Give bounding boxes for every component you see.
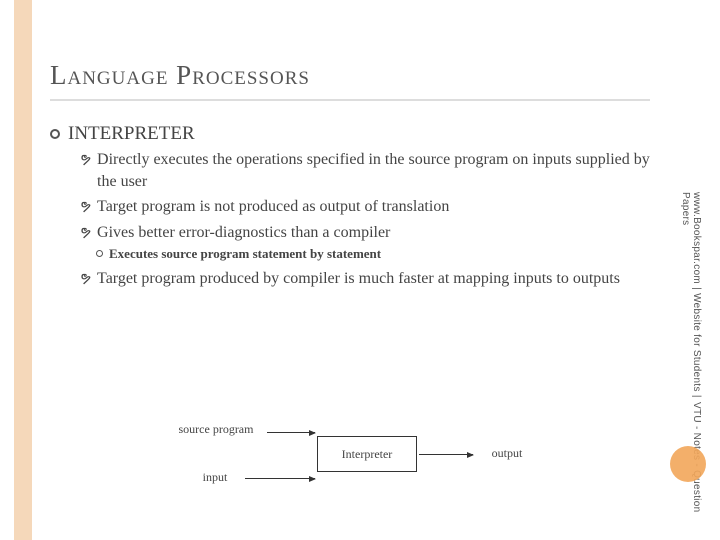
section-heading-row: INTERPRETER ຯ Directly executes the oper… — [50, 123, 650, 292]
section-heading: INTERPRETER — [68, 123, 650, 145]
arrow-icon — [245, 478, 315, 479]
script-bullet-icon: ຯ — [80, 151, 91, 170]
bullet-text: Gives better error-diagnostics than a co… — [97, 222, 390, 244]
page-title: Language Processors — [50, 60, 650, 101]
script-bullet-icon: ຯ — [80, 270, 91, 289]
interpreter-diagram: source program input Interpreter output — [165, 412, 545, 508]
diagram-box: Interpreter — [317, 436, 417, 472]
script-bullet-icon: ຯ — [80, 224, 91, 243]
accent-bar — [14, 0, 32, 540]
bullet-text: Directly executes the operations specifi… — [97, 149, 650, 192]
bullet-text: Executes source program statement by sta… — [109, 246, 381, 262]
bullet-text: Target program produced by compiler is m… — [97, 268, 620, 290]
watermark: www.Bookspar.com | Website for Students … — [680, 192, 702, 540]
diagram-label-source: source program — [165, 422, 267, 437]
slide-content: Language Processors INTERPRETER ຯ Direct… — [50, 60, 650, 300]
bullet-text: Target program is not produced as output… — [97, 196, 449, 218]
arrow-icon — [267, 432, 315, 433]
diagram-label-input: input — [185, 470, 245, 485]
arrow-icon — [419, 454, 473, 455]
list-item: ຯ Directly executes the operations speci… — [80, 149, 650, 192]
list-item: ຯ Gives better error-diagnostics than a … — [80, 222, 650, 244]
list-item: ຯ Target program is not produced as outp… — [80, 196, 650, 218]
sub-list-item: Executes source program statement by sta… — [96, 246, 650, 262]
circle-bullet-icon — [96, 250, 103, 257]
circle-decoration-icon — [670, 446, 706, 482]
script-bullet-icon: ຯ — [80, 198, 91, 217]
diagram-label-output: output — [477, 446, 537, 461]
watermark-line1: www.Bookspar.com | Website for Students … — [691, 192, 702, 398]
list-item: ຯ Target program produced by compiler is… — [80, 268, 650, 290]
circle-bullet-icon — [50, 129, 60, 139]
